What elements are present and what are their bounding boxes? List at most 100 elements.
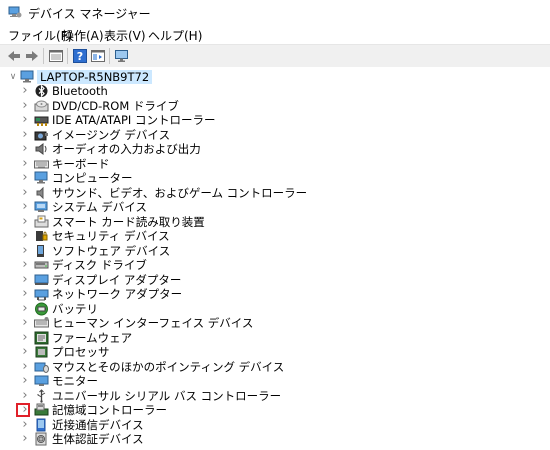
device-manager-app-icon [8, 6, 22, 18]
show-hide-console-tree-icon[interactable] [90, 48, 106, 64]
tree-item[interactable]: › Bluetooth [20, 84, 400, 99]
processor-icon [35, 346, 48, 358]
expand-chevron-icon[interactable]: › [20, 113, 30, 127]
expand-chevron-icon[interactable]: › [20, 98, 30, 113]
tree-item[interactable]: › イメージング デバイス [20, 127, 400, 142]
tree-item[interactable]: › ユニバーサル シリアル バス コントローラー [20, 388, 400, 403]
tree-item[interactable]: › マウスとそのほかのポインティング デバイス [20, 359, 400, 374]
tree-item-label: ディスク ドライブ [52, 258, 147, 272]
expand-chevron-icon[interactable]: › [20, 84, 30, 98]
ide-controller-icon [34, 116, 49, 126]
tree-item[interactable]: › ディスプレイ アダプター [20, 272, 400, 287]
expand-chevron-icon[interactable]: › [20, 287, 30, 301]
expand-chevron-icon[interactable]: › [20, 359, 30, 374]
smart-card-reader-icon [34, 215, 49, 227]
tree-item-label: プロセッサ [52, 345, 110, 359]
expand-chevron-icon[interactable]: › [20, 229, 30, 243]
toolbar-separator [67, 48, 68, 64]
expand-chevron-icon[interactable]: › [20, 374, 30, 388]
window-title: デバイス マネージャー [28, 7, 151, 21]
tree-item[interactable]: › セキュリティ デバイス [20, 229, 400, 244]
dvd-drive-icon [34, 100, 49, 111]
expand-chevron-icon[interactable]: › [20, 258, 30, 272]
monitor-icon [34, 375, 49, 386]
tree-item[interactable]: › DVD/CD-ROM ドライブ [20, 98, 400, 113]
tree-item[interactable]: › ディスク ドライブ [20, 258, 400, 273]
expand-chevron-icon[interactable]: › [20, 301, 30, 316]
tree-item[interactable]: › ソフトウェア デバイス [20, 243, 400, 258]
tree-item-label: マウスとそのほかのポインティング デバイス [52, 359, 285, 374]
tree-item[interactable]: › 生体認証デバイス [20, 432, 400, 447]
expand-chevron-icon[interactable]: › [20, 214, 30, 229]
tree-item[interactable]: › ネットワーク アダプター [20, 287, 400, 302]
tree-item[interactable]: › IDE ATA/ATAPI コントローラー [20, 113, 400, 128]
tree-item[interactable]: › オーディオの入力および出力 [20, 142, 400, 157]
battery-icon [35, 302, 48, 315]
tree-root[interactable]: ∨ LAPTOP-R5NB9T72 [8, 70, 208, 84]
tree-item[interactable]: › 記憶域コントローラー [20, 403, 400, 418]
tree-item[interactable]: › スマート カード読み取り装置 [20, 214, 400, 229]
keyboard-icon [34, 160, 49, 168]
properties-icon[interactable] [48, 48, 64, 64]
expand-chevron-icon[interactable]: › [20, 316, 30, 330]
tree-item-label: 近接通信デバイス [52, 417, 144, 432]
tree-item-label: ヒューマン インターフェイス デバイス [52, 316, 254, 330]
tree-item[interactable]: › バッテリ [20, 301, 400, 316]
tree-item-label: 記憶域コントローラー [52, 403, 167, 417]
scan-hardware-icon[interactable] [114, 48, 130, 64]
device-tree: ∨ LAPTOP-R5NB9T72 › Bluetooth › DVD/CD-ROM … [0, 67, 550, 450]
collapse-chevron-icon[interactable]: ∨ [8, 70, 18, 84]
expand-chevron-icon[interactable]: › [20, 272, 30, 287]
tree-item[interactable]: › ファームウェア [20, 330, 400, 345]
tree-item-label: ネットワーク アダプター [52, 287, 183, 301]
expand-chevron-icon[interactable]: › [20, 432, 30, 446]
tree-item-label: サウンド、ビデオ、およびゲーム コントローラー [52, 185, 308, 200]
tree-item-label: キーボード [52, 156, 110, 171]
biometric-device-icon [35, 432, 47, 446]
expand-chevron-icon[interactable]: › [20, 156, 30, 171]
menu-help[interactable]: ヘルプ(H) [148, 27, 202, 44]
expand-chevron-icon[interactable]: › [20, 388, 30, 403]
back-arrow-icon[interactable] [6, 48, 22, 64]
mouse-icon [34, 362, 49, 373]
tree-item[interactable]: › モニター [20, 374, 400, 389]
tree-item-label: ユニバーサル シリアル バス コントローラー [52, 388, 282, 403]
expand-chevron-icon[interactable]: › [20, 243, 30, 258]
speaker-icon [35, 143, 47, 155]
network-adapter-icon [34, 289, 49, 301]
tree-item[interactable]: › サウンド、ビデオ、およびゲーム コントローラー [20, 185, 400, 200]
tree-item-label: モニター [52, 374, 98, 388]
expand-chevron-icon[interactable]: › [20, 417, 30, 432]
tree-item[interactable]: › キーボード [20, 156, 400, 171]
computer-icon [34, 171, 48, 184]
tree-item[interactable]: › コンピューター [20, 171, 400, 186]
tree-item[interactable]: › ヒューマン インターフェイス デバイス [20, 316, 400, 331]
expand-chevron-icon[interactable]: › [20, 345, 30, 359]
disk-drive-icon [34, 261, 49, 269]
tree-item[interactable]: › システム デバイス [20, 200, 400, 215]
expand-chevron-icon[interactable]: › [20, 200, 30, 214]
tree-item-label: 生体認証デバイス [52, 432, 144, 446]
expand-chevron-icon[interactable]: › [20, 142, 30, 156]
svg-text:?: ? [77, 50, 83, 63]
tree-item-label: スマート カード読み取り装置 [52, 214, 205, 229]
toolbar-separator [109, 48, 110, 64]
expand-chevron-icon[interactable]: › [20, 330, 30, 345]
expand-chevron-icon[interactable]: › [20, 127, 30, 142]
tree-item-label: システム デバイス [52, 200, 147, 214]
menu-view[interactable]: 表示(V) [104, 27, 146, 44]
menu-action[interactable]: 操作(A) [62, 27, 104, 44]
expand-chevron-icon[interactable]: › [20, 171, 30, 185]
expand-chevron-icon[interactable]: › [20, 185, 30, 200]
tree-item-label: ソフトウェア デバイス [52, 243, 171, 258]
tree-item-label: セキュリティ デバイス [52, 229, 170, 243]
display-adapter-icon [34, 274, 49, 285]
forward-arrow-icon[interactable] [24, 48, 40, 64]
tree-item-label: DVD/CD-ROM ドライブ [52, 98, 179, 113]
security-device-icon [36, 231, 48, 241]
hid-icon [34, 317, 49, 328]
help-icon[interactable]: ? [72, 48, 88, 64]
tree-item[interactable]: › プロセッサ [20, 345, 400, 360]
tree-item[interactable]: › 近接通信デバイス [20, 417, 400, 432]
toolbar-separator [43, 48, 44, 64]
